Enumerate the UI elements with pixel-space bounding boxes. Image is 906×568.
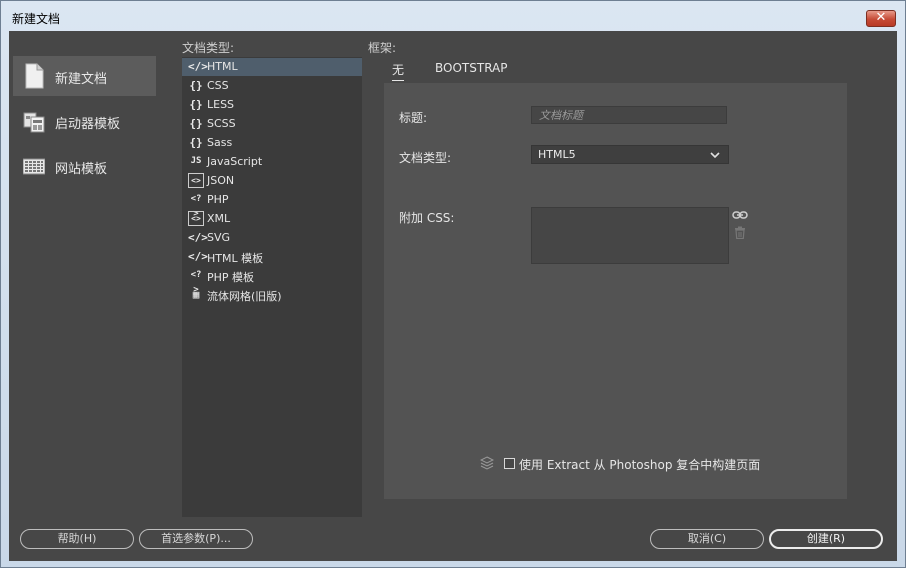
braces-icon: {} <box>189 136 203 149</box>
nav-item-new-document[interactable]: 新建文档 <box>13 56 156 96</box>
framework-panel: 标题: 文档类型: HTML5 附加 CSS: <box>384 83 847 499</box>
braces-icon: {} <box>189 79 203 92</box>
braces-icon: {} <box>189 98 203 111</box>
doc-type-xml[interactable]: <> XML <box>182 210 362 228</box>
doc-type-label: 流体网格(旧版) <box>207 290 282 303</box>
title-bar[interactable]: 新建文档 ✕ <box>1 1 905 31</box>
doc-type-css[interactable]: {} CSS <box>182 77 362 95</box>
photoshop-extract-icon <box>480 456 494 470</box>
doc-type-javascript[interactable]: JS JavaScript <box>182 153 362 171</box>
nav-item-starter-templates[interactable]: 启动器模板 <box>13 101 156 141</box>
doc-type-html-template[interactable]: </> HTML 模板 <box>182 248 362 266</box>
doc-type-label: HTML 模板 <box>207 252 264 265</box>
create-button[interactable]: 创建(R) <box>769 529 883 549</box>
javascript-icon: JS <box>190 156 202 166</box>
preferences-button[interactable]: 首选参数(P)... <box>139 529 253 549</box>
doc-type-label: XML <box>207 212 231 225</box>
code-tag-icon: </> <box>188 60 208 73</box>
code-tag-icon: </> <box>188 231 208 244</box>
doctype-select[interactable]: HTML5 <box>531 145 729 164</box>
doc-type-label: CSS <box>207 79 229 92</box>
xml-icon: <> <box>188 211 204 226</box>
doc-type-svg[interactable]: </> SVG <box>182 229 362 247</box>
framework-header: 框架: <box>368 41 397 55</box>
doc-type-label: PHP <box>207 193 229 206</box>
title-label: 标题: <box>399 111 428 125</box>
code-tag-icon: </> <box>188 250 208 263</box>
nav-item-label: 启动器模板 <box>55 117 121 132</box>
php-icon: <?> <box>190 194 202 219</box>
doc-type-label: LESS <box>207 98 235 111</box>
nav-item-label: 新建文档 <box>55 72 108 87</box>
doc-type-less[interactable]: {} LESS <box>182 96 362 114</box>
doc-type-label: SCSS <box>207 117 236 130</box>
close-button[interactable]: ✕ <box>866 10 896 27</box>
new-document-dialog: 新建文档 ✕ 新建文档 启动器模板 网站模板 文档类型: </> HTML {}… <box>0 0 906 568</box>
doc-type-html[interactable]: </> HTML <box>182 58 362 76</box>
window-title: 新建文档 <box>12 12 61 26</box>
link-icon[interactable] <box>732 209 748 221</box>
tab-none[interactable]: 无 <box>392 61 405 81</box>
doctype-label: 文档类型: <box>399 151 452 165</box>
doc-type-json[interactable]: <> JSON <box>182 172 362 190</box>
nav-item-label: 网站模板 <box>55 162 108 177</box>
doc-type-list[interactable]: </> HTML {} CSS {} LESS {} SCSS {} Sass … <box>182 57 362 517</box>
nav-item-site-templates[interactable]: 网站模板 <box>13 146 156 186</box>
help-button[interactable]: 帮助(H) <box>20 529 134 549</box>
doc-type-php-template[interactable]: <?> PHP 模板 <box>182 267 362 295</box>
php-icon: <?> <box>190 270 202 295</box>
doc-type-label: Sass <box>207 136 233 149</box>
doc-type-php[interactable]: <?> PHP <box>182 191 362 219</box>
attached-css-list[interactable] <box>531 207 729 264</box>
doc-type-label: PHP 模板 <box>207 271 255 284</box>
doctype-value: HTML5 <box>538 148 576 161</box>
chevron-down-icon <box>710 152 720 159</box>
json-icon: <> <box>188 173 204 188</box>
fluid-grid-icon: ▦ <box>192 288 200 301</box>
doc-type-label: SVG <box>207 231 231 244</box>
dialog-body: 新建文档 启动器模板 网站模板 文档类型: </> HTML {} CSS {}… <box>9 31 897 561</box>
doc-type-label: HTML <box>207 60 238 73</box>
braces-icon: {} <box>189 117 203 130</box>
doc-type-label: JSON <box>207 174 235 187</box>
cancel-button[interactable]: 取消(C) <box>650 529 764 549</box>
starter-template-icon <box>23 112 45 133</box>
attach-css-label: 附加 CSS: <box>399 211 455 225</box>
doc-type-scss[interactable]: {} SCSS <box>182 115 362 133</box>
extract-label: 使用 Extract 从 Photoshop 复合中构建页面 <box>519 458 761 472</box>
tab-bootstrap[interactable]: BOOTSTRAP <box>435 61 508 75</box>
title-input[interactable] <box>531 106 727 124</box>
doc-type-fluid-grid[interactable]: ▦ 流体网格(旧版) <box>182 286 362 304</box>
extract-checkbox[interactable] <box>504 458 515 469</box>
site-template-icon <box>23 158 45 175</box>
doc-type-label: JavaScript <box>207 155 263 168</box>
trash-icon[interactable] <box>734 226 746 239</box>
document-icon <box>25 63 44 89</box>
doc-type-sass[interactable]: {} Sass <box>182 134 362 152</box>
doc-type-header: 文档类型: <box>182 41 235 55</box>
